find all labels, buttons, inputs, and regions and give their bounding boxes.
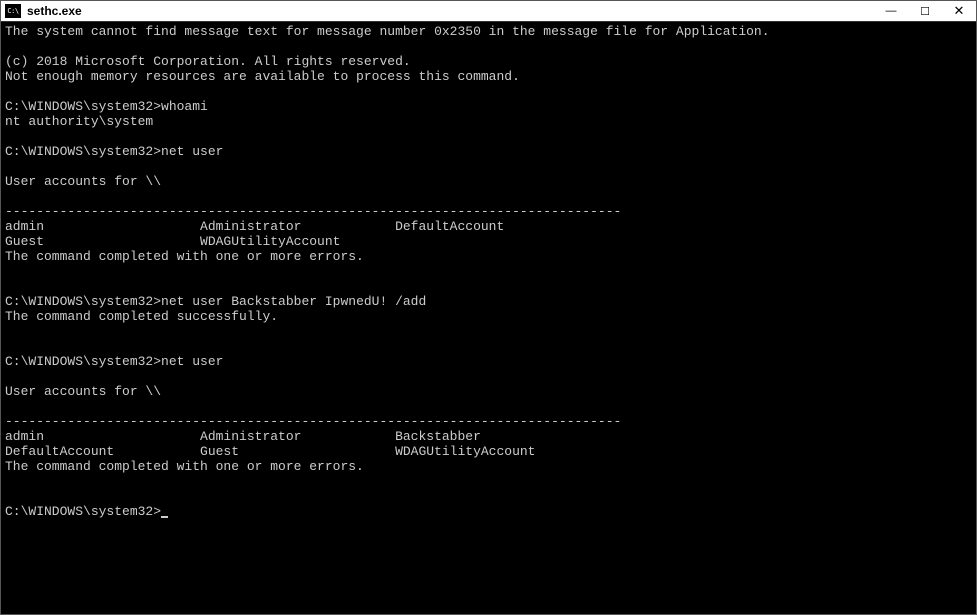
output-line: The command completed successfully. <box>5 309 278 324</box>
cursor <box>161 516 168 518</box>
prompt: C:\WINDOWS\system32> <box>5 354 161 369</box>
close-button[interactable]: ✕ <box>942 1 976 21</box>
prompt: C:\WINDOWS\system32> <box>5 294 161 309</box>
titlebar[interactable]: sethc.exe — ☐ ✕ <box>1 1 976 22</box>
output-line: (c) 2018 Microsoft Corporation. All righ… <box>5 54 411 69</box>
terminal-output[interactable]: The system cannot find message text for … <box>1 22 976 614</box>
window-controls: — ☐ ✕ <box>874 1 976 21</box>
output-line: The command completed with one or more e… <box>5 249 364 264</box>
output-divider: ----------------------------------------… <box>5 204 621 219</box>
command-input: whoami <box>161 99 208 114</box>
cmd-icon <box>5 4 21 18</box>
minimize-button[interactable]: — <box>874 1 908 21</box>
prompt: C:\WINDOWS\system32> <box>5 99 161 114</box>
output-divider: ----------------------------------------… <box>5 414 621 429</box>
output-line: Not enough memory resources are availabl… <box>5 69 520 84</box>
command-input: net user <box>161 144 223 159</box>
maximize-button[interactable]: ☐ <box>908 1 942 21</box>
window-frame: sethc.exe — ☐ ✕ The system cannot find m… <box>0 0 977 615</box>
output-line: admin Administrator Backstabber <box>5 429 481 444</box>
output-line: The system cannot find message text for … <box>5 24 770 39</box>
output-line: User accounts for \\ <box>5 384 161 399</box>
window-title: sethc.exe <box>27 4 874 18</box>
command-input: net user <box>161 354 223 369</box>
prompt: C:\WINDOWS\system32> <box>5 504 161 519</box>
command-input: net user Backstabber IpwnedU! /add <box>161 294 426 309</box>
output-line: admin Administrator DefaultAccount <box>5 219 504 234</box>
output-line: DefaultAccount Guest WDAGUtilityAccount <box>5 444 536 459</box>
output-line: User accounts for \\ <box>5 174 161 189</box>
output-line: The command completed with one or more e… <box>5 459 364 474</box>
prompt: C:\WINDOWS\system32> <box>5 144 161 159</box>
output-line: Guest WDAGUtilityAccount <box>5 234 340 249</box>
output-line: nt authority\system <box>5 114 153 129</box>
